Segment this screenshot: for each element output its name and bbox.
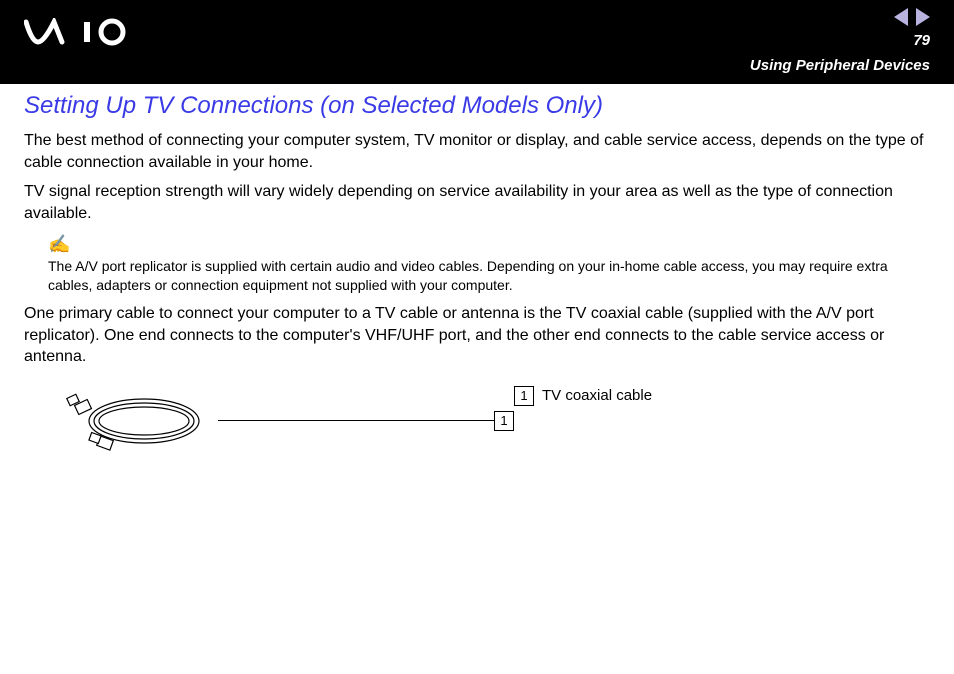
vaio-logo — [24, 18, 144, 51]
paragraph-1: The best method of connecting your compu… — [24, 130, 930, 173]
paragraph-3: One primary cable to connect your comput… — [24, 303, 930, 368]
prev-page-arrow-icon[interactable] — [894, 8, 908, 26]
paragraph-2: TV signal reception strength will vary w… — [24, 181, 930, 224]
callout-leader-line — [218, 420, 494, 421]
figure-row: 1 1 TV coaxial cable — [24, 386, 930, 456]
section-name: Using Peripheral Devices — [750, 57, 930, 74]
figure-illustration: 1 — [24, 386, 514, 456]
note-block: ✍ The A/V port replicator is supplied wi… — [48, 234, 930, 295]
figure-legend: 1 TV coaxial cable — [514, 386, 652, 406]
legend-box-1: 1 — [514, 386, 534, 406]
callout-box-1: 1 — [494, 411, 514, 431]
page-title: Setting Up TV Connections (on Selected M… — [24, 92, 930, 120]
note-text: The A/V port replicator is supplied with… — [48, 257, 930, 295]
note-pencil-icon: ✍ — [48, 234, 930, 255]
page-content: Setting Up TV Connections (on Selected M… — [0, 84, 954, 480]
coax-cable-icon — [64, 386, 214, 456]
page-header: 79 Using Peripheral Devices — [0, 0, 954, 84]
next-page-arrow-icon[interactable] — [916, 8, 930, 26]
page-number: 79 — [913, 32, 930, 49]
legend-label-1: TV coaxial cable — [542, 387, 652, 404]
nav-arrows — [894, 8, 930, 26]
